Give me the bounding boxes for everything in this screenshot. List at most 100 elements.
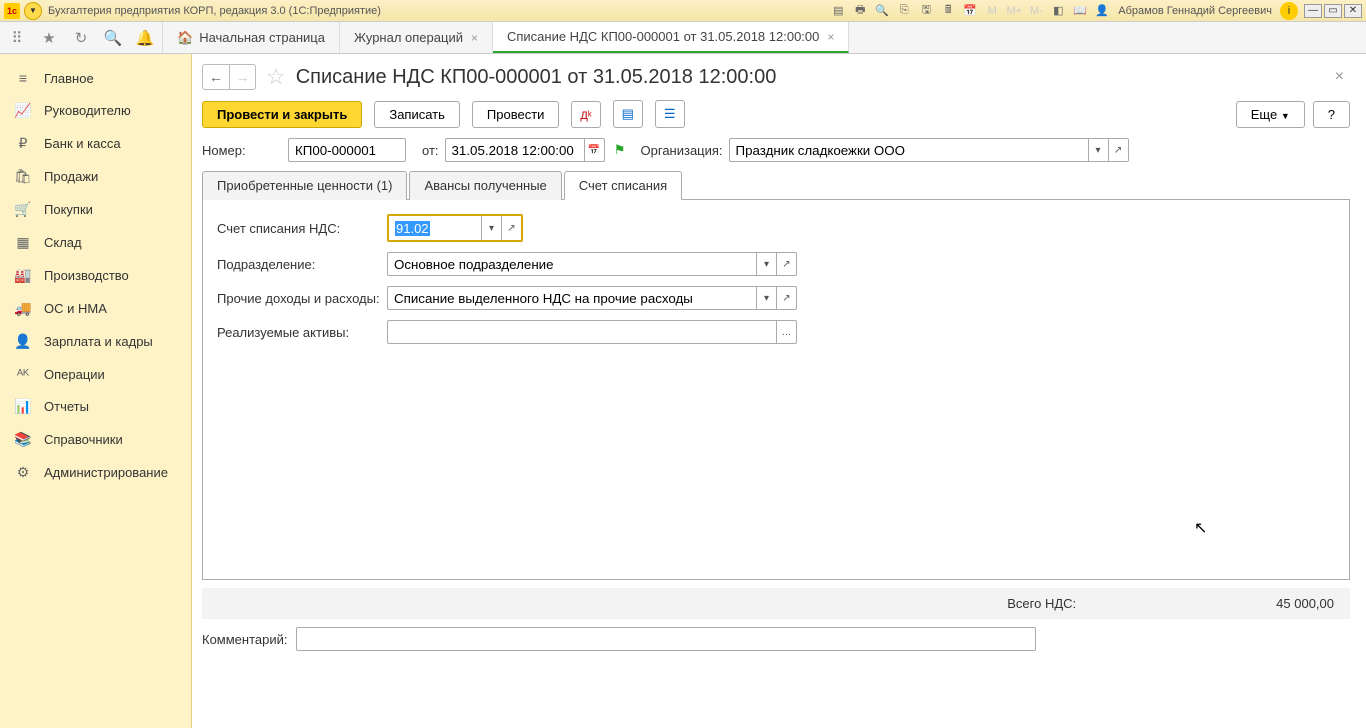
assets-input[interactable]	[387, 320, 777, 344]
sidebar-item-bank[interactable]: ₽ Банк и касса	[0, 127, 191, 160]
sidebar-item-purchases[interactable]: 🛒 Покупки	[0, 193, 191, 226]
sidebar-item-manager[interactable]: 📈Руководителю	[0, 94, 191, 127]
nav-forward-button[interactable]: →	[229, 65, 255, 89]
assets-input-group: …	[387, 320, 797, 344]
calc-icon[interactable]: 🖩	[940, 3, 956, 19]
tab-journal[interactable]: Журнал операций ×	[340, 22, 493, 53]
dropdown-icon[interactable]: ▾	[481, 216, 501, 240]
post-button[interactable]: Провести	[472, 101, 560, 128]
operations-icon: ᴬᴷ	[14, 366, 32, 382]
sidebar-item-main[interactable]: ≡Главное	[0, 62, 191, 94]
person-icon: 👤	[14, 333, 32, 350]
account-field-row: Счет списания НДС: 91.02 ▾ ↗	[217, 214, 1335, 242]
tab-document[interactable]: Списание НДС КП00-000001 от 31.05.2018 1…	[493, 22, 849, 53]
m-plus-icon[interactable]: M+	[1006, 3, 1022, 19]
save-button[interactable]: Записать	[374, 101, 460, 128]
calendar-icon[interactable]: 📅	[962, 3, 978, 19]
comment-input[interactable]	[296, 627, 1036, 651]
date-input-group: 📅	[445, 138, 605, 162]
org-input[interactable]	[729, 138, 1089, 162]
open-tabs: 🏠 Начальная страница Журнал операций × С…	[163, 22, 849, 53]
history-icon[interactable]: ↻	[72, 29, 90, 47]
list-icon-button[interactable]: ☰	[655, 100, 685, 128]
open-icon[interactable]: ↗	[777, 286, 797, 310]
tab-acquired[interactable]: Приобретенные ценности (1)	[202, 171, 407, 200]
account-value-selected: 91.02	[395, 221, 430, 236]
favorite-icon[interactable]: ★	[40, 29, 58, 47]
post-and-close-button[interactable]: Провести и закрыть	[202, 101, 362, 128]
maximize-button[interactable]: ▭	[1324, 4, 1342, 18]
compare-icon[interactable]: ⎘	[896, 3, 912, 19]
sidebar-item-label: Справочники	[44, 432, 123, 447]
toolbar-icon[interactable]: ▤	[830, 3, 846, 19]
open-icon[interactable]: ↗	[501, 216, 521, 240]
document-icon-button[interactable]: ▤	[613, 100, 643, 128]
dropdown-icon[interactable]: ▾	[757, 252, 777, 276]
sidebar-item-label: Склад	[44, 235, 82, 250]
info-icon[interactable]: i	[1280, 2, 1298, 20]
sidebar: ≡Главное 📈Руководителю ₽ Банк и касса 🛍Пр…	[0, 54, 192, 728]
number-input[interactable]	[288, 138, 406, 162]
cart-icon: 🛒	[14, 201, 32, 218]
sidebar-item-operations[interactable]: ᴬᴷОперации	[0, 358, 191, 390]
tab-advances[interactable]: Авансы полученные	[409, 171, 561, 200]
print-icon[interactable]: 🖶	[852, 3, 868, 19]
account-input[interactable]: 91.02	[389, 216, 481, 240]
ellipsis-icon[interactable]: …	[777, 320, 797, 344]
sidebar-item-label: Банк и касса	[44, 136, 121, 151]
sidebar-item-admin[interactable]: ⚙Администрирование	[0, 456, 191, 489]
sidebar-item-label: Покупки	[44, 202, 93, 217]
sidebar-item-payroll[interactable]: 👤Зарплата и кадры	[0, 325, 191, 358]
grid-icon: ▦	[14, 234, 32, 251]
main-content: ← → ☆ Списание НДС КП00-000001 от 31.05.…	[192, 54, 1366, 728]
app-menu-dropdown[interactable]: ▼	[24, 2, 42, 20]
dropdown-icon[interactable]: ▾	[1089, 138, 1109, 162]
bell-icon[interactable]: 🔔	[136, 29, 154, 47]
tab-home[interactable]: 🏠 Начальная страница	[163, 22, 340, 53]
help-button[interactable]: ?	[1313, 101, 1350, 128]
close-tab-icon[interactable]: ×	[471, 31, 478, 45]
m-minus-icon[interactable]: M-	[1028, 3, 1044, 19]
minimize-button[interactable]: —	[1304, 4, 1322, 18]
nav-back-button[interactable]: ←	[203, 65, 229, 89]
dropdown-icon[interactable]: ▾	[757, 286, 777, 310]
calendar-picker-icon[interactable]: 📅	[585, 138, 605, 162]
date-input[interactable]	[445, 138, 585, 162]
sidebar-item-assets[interactable]: 🚚ОС и НМА	[0, 292, 191, 325]
dk-button[interactable]: Дᵏ	[571, 101, 600, 128]
current-user[interactable]: Абрамов Геннадий Сергеевич	[1118, 5, 1272, 17]
bag-icon: 🛍	[14, 168, 32, 185]
search-icon[interactable]: 🔍	[104, 29, 122, 47]
favorite-star-icon[interactable]: ☆	[266, 64, 286, 90]
app-logo-icon: 1c	[4, 3, 20, 19]
action-bar: Провести и закрыть Записать Провести Дᵏ …	[192, 96, 1366, 138]
tab-label: Журнал операций	[354, 30, 463, 45]
open-icon[interactable]: ↗	[1109, 138, 1129, 162]
sidebar-item-warehouse[interactable]: ▦ Склад	[0, 226, 191, 259]
sidebar-item-directories[interactable]: 📚Справочники	[0, 423, 191, 456]
ruble-icon: ₽	[14, 135, 32, 152]
sidebar-item-label: Руководителю	[44, 103, 131, 118]
sidebar-item-production[interactable]: 🏭Производство	[0, 259, 191, 292]
sidebar-item-label: Главное	[44, 71, 94, 86]
more-button[interactable]: Еще ▼	[1236, 101, 1305, 128]
close-button[interactable]: ✕	[1344, 4, 1362, 18]
nav-icon[interactable]: ◧	[1050, 3, 1066, 19]
book-icon[interactable]: 📖	[1072, 3, 1088, 19]
sidebar-item-sales[interactable]: 🛍Продажи	[0, 160, 191, 193]
number-label: Номер:	[202, 143, 282, 158]
other-input[interactable]	[387, 286, 757, 310]
tab-writeoff[interactable]: Счет списания	[564, 171, 682, 200]
division-input[interactable]	[387, 252, 757, 276]
save-icon[interactable]: 🖫	[918, 3, 934, 19]
close-document-icon[interactable]: ×	[1335, 68, 1350, 86]
open-icon[interactable]: ↗	[777, 252, 797, 276]
m-icon[interactable]: M	[984, 3, 1000, 19]
apps-icon[interactable]: ⠿	[8, 29, 26, 47]
titlebar: 1c ▼ Бухгалтерия предприятия КОРП, редак…	[0, 0, 1366, 22]
sidebar-item-reports[interactable]: 📊Отчеты	[0, 390, 191, 423]
division-field-row: Подразделение: ▾ ↗	[217, 252, 1335, 276]
user-icon: 👤	[1094, 3, 1110, 19]
close-tab-icon[interactable]: ×	[827, 30, 834, 44]
preview-icon[interactable]: 🔍	[874, 3, 890, 19]
